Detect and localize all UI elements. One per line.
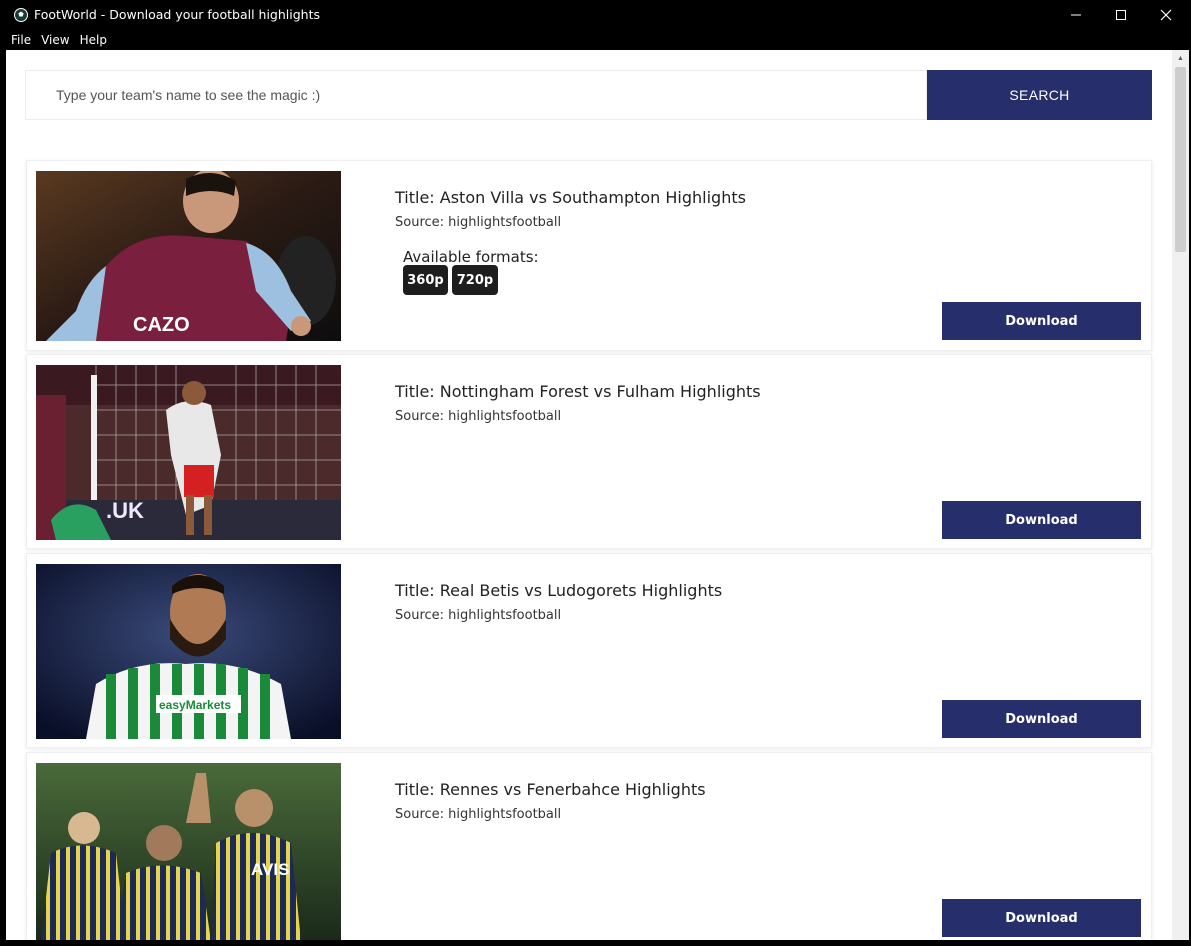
result-source: Source: highlightsfootball: [395, 608, 562, 623]
scrollbar-thumb[interactable]: [1175, 67, 1186, 252]
thumbnail-image: .UK: [36, 365, 341, 540]
result-card: CAZO Title: Aston Villa vs Southampton H…: [26, 160, 1152, 351]
menu-help[interactable]: Help: [75, 33, 112, 47]
minimize-icon: [1071, 14, 1081, 16]
result-source: Source: highlightsfootball: [395, 215, 562, 230]
download-button[interactable]: Download: [942, 302, 1141, 340]
search-input[interactable]: [25, 70, 927, 120]
thumbnail-sponsor-text: AVIS: [251, 860, 289, 879]
download-button[interactable]: Download: [942, 700, 1141, 738]
thumbnail-sponsor-text: easyMarkets: [159, 698, 231, 712]
download-button[interactable]: Download: [942, 899, 1141, 937]
result-source: Source: highlightsfootball: [395, 409, 562, 424]
close-icon: [1160, 9, 1172, 21]
result-card: AVIS Title: Rennes vs Fenerbahce Highlig…: [26, 752, 1152, 940]
window-title: FootWorld - Download your football highl…: [34, 7, 320, 22]
formats-label: Available formats:: [403, 248, 539, 266]
menu-file[interactable]: File: [6, 33, 36, 47]
close-button[interactable]: [1143, 0, 1189, 30]
menu-view[interactable]: View: [36, 33, 74, 47]
thumbnail-image: easyMarkets: [36, 564, 341, 739]
result-title: Title: Real Betis vs Ludogorets Highligh…: [395, 581, 723, 600]
result-title: Title: Nottingham Forest vs Fulham Highl…: [395, 382, 761, 401]
maximize-icon: [1116, 10, 1126, 20]
result-title: Title: Rennes vs Fenerbahce Highlights: [395, 780, 706, 799]
format-chip-720p[interactable]: 720p: [452, 265, 498, 295]
content-area: SEARCH CAZO Title: Aston Villa vs Southa…: [6, 50, 1172, 940]
download-button[interactable]: Download: [942, 501, 1141, 539]
football-icon: [14, 8, 28, 22]
result-card: .UK Title: Nottingham Forest vs Fulham H…: [26, 354, 1152, 549]
title-bar: FootWorld - Download your football highl…: [0, 0, 1191, 30]
minimize-button[interactable]: [1053, 0, 1099, 30]
result-card: easyMarkets Title: Real Betis vs Ludogor…: [26, 553, 1152, 748]
result-title: Title: Aston Villa vs Southampton Highli…: [395, 188, 746, 207]
search-button[interactable]: SEARCH: [927, 70, 1152, 120]
thumbnail-sponsor-text: CAZO: [133, 314, 190, 336]
result-source: Source: highlightsfootball: [395, 807, 562, 822]
thumbnail-image: AVIS: [36, 763, 341, 940]
maximize-button[interactable]: [1098, 0, 1144, 30]
scroll-up-icon[interactable]: ▲: [1172, 50, 1189, 67]
thumbnail-banner-text: .UK: [106, 498, 144, 523]
thumbnail-image: CAZO: [36, 171, 341, 341]
format-chip-360p[interactable]: 360p: [403, 265, 448, 295]
menu-bar: File View Help: [0, 30, 1191, 50]
vertical-scrollbar[interactable]: ▲: [1172, 50, 1189, 940]
